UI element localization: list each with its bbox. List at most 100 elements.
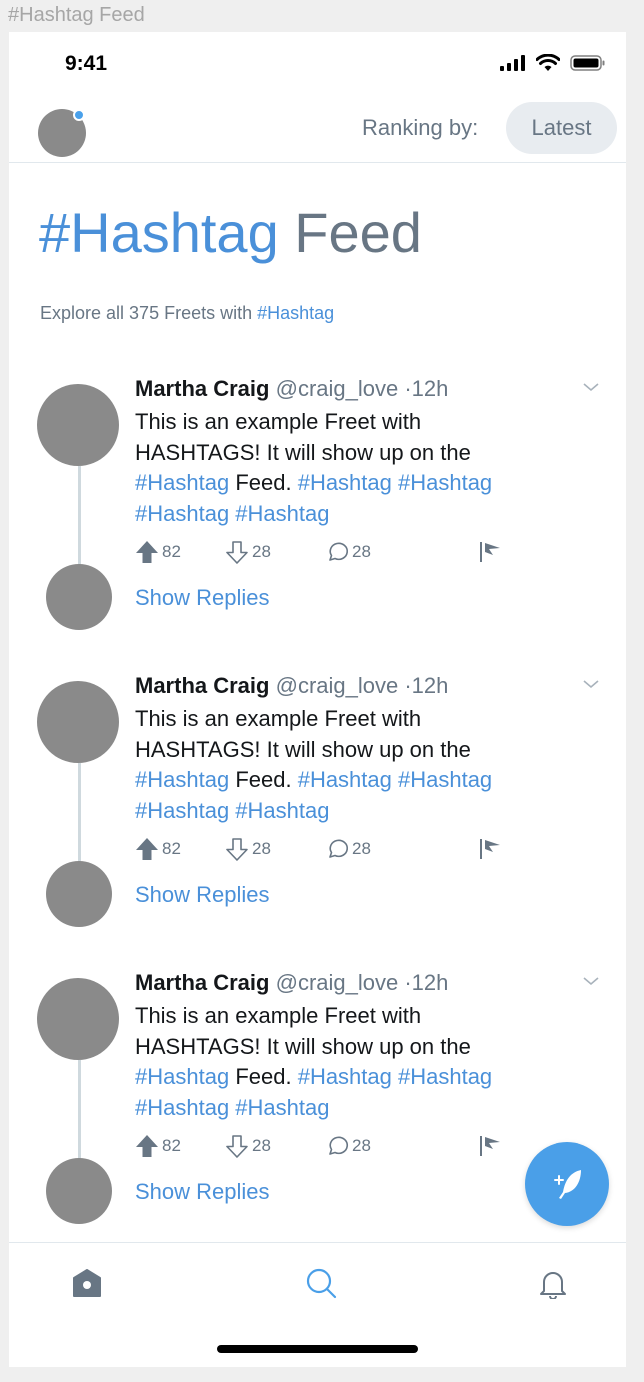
top-bar: Ranking by: Latest (9, 96, 626, 163)
page-title-word: Feed (294, 201, 422, 264)
upvote-button[interactable]: 82 (135, 837, 181, 861)
freet-text: Feed. (235, 1064, 292, 1089)
chevron-down-icon[interactable] (581, 380, 601, 394)
downvote-icon (226, 1135, 248, 1158)
tab-search[interactable] (301, 1263, 341, 1303)
page-title-hashtag: #Hashtag (39, 201, 279, 264)
author-avatar[interactable] (37, 384, 119, 466)
flag-button[interactable] (479, 540, 503, 564)
tab-bar (9, 1242, 626, 1322)
thread-line (78, 1060, 81, 1160)
freet-text-line: #Hashtag #Hashtag (135, 1093, 555, 1124)
upvote-icon (136, 1135, 158, 1157)
freet-card: Martha Craig @craig_love ·12h This is an… (9, 661, 626, 931)
freet-text-line: #Hashtag Feed. #Hashtag #Hashtag (135, 468, 555, 499)
freet-text-line: This is an example Freet with (135, 706, 422, 731)
reply-avatar[interactable] (46, 861, 112, 927)
hashtag-link[interactable]: #Hashtag #Hashtag (135, 1095, 329, 1120)
phone-screen: 9:41 Ranking by: Latest #Hashtag Feed Ex… (9, 32, 626, 1367)
author-name[interactable]: Martha Craig (135, 673, 269, 698)
freet-text-line: #Hashtag #Hashtag (135, 796, 555, 827)
explore-hashtag-link[interactable]: #Hashtag (257, 303, 334, 323)
author-name[interactable]: Martha Craig (135, 376, 269, 401)
reply-count: 28 (352, 542, 371, 561)
upvote-count: 82 (162, 1136, 181, 1155)
freet-actions: 82 28 28 (135, 1134, 515, 1160)
downvote-button[interactable]: 28 (225, 540, 271, 564)
downvote-button[interactable]: 28 (225, 837, 271, 861)
upvote-icon (136, 541, 158, 563)
reply-icon (329, 1136, 348, 1155)
reply-avatar[interactable] (46, 564, 112, 630)
freet-text-line: #Hashtag #Hashtag (135, 499, 555, 530)
freet-card: Martha Craig @craig_love ·12h This is an… (9, 364, 626, 634)
author-avatar[interactable] (37, 978, 119, 1060)
reply-icon (329, 542, 348, 561)
ranking-dropdown[interactable]: Latest (506, 102, 617, 154)
hashtag-link[interactable]: #Hashtag (135, 767, 229, 792)
compose-button[interactable] (525, 1142, 609, 1226)
tab-notifications[interactable] (533, 1263, 573, 1303)
upvote-count: 82 (162, 542, 181, 561)
freet-actions: 82 28 28 (135, 540, 515, 566)
flag-button[interactable] (479, 1134, 503, 1158)
chevron-down-icon[interactable] (581, 677, 601, 691)
upvote-button[interactable]: 82 (135, 540, 181, 564)
upvote-count: 82 (162, 839, 181, 858)
explore-prefix: Explore all 375 Freets with (40, 303, 253, 323)
upvote-icon (136, 838, 158, 860)
reply-button[interactable]: 28 (325, 1134, 371, 1158)
freet-time: ·12h (404, 970, 449, 995)
freet-text: Feed. (235, 767, 292, 792)
thread-line (78, 763, 81, 863)
hashtag-link[interactable]: #Hashtag (135, 470, 229, 495)
tab-home[interactable] (67, 1263, 107, 1303)
show-replies-button[interactable]: Show Replies (135, 1179, 270, 1205)
downvote-icon (226, 541, 248, 564)
freet-text-line: #Hashtag Feed. #Hashtag #Hashtag (135, 1062, 555, 1093)
wifi-icon (536, 54, 560, 71)
hashtag-link[interactable]: #Hashtag #Hashtag (298, 1064, 492, 1089)
freet-text-line: HASHTAGS! It will show up on the (135, 439, 471, 465)
notification-dot (73, 109, 85, 121)
freet-text-line: HASHTAGS! It will show up on the (135, 736, 471, 762)
upvote-button[interactable]: 82 (135, 1134, 181, 1158)
reply-button[interactable]: 28 (325, 540, 371, 564)
show-replies-button[interactable]: Show Replies (135, 585, 270, 611)
flag-icon (480, 542, 500, 562)
hashtag-link[interactable]: #Hashtag (135, 1064, 229, 1089)
search-icon (306, 1268, 337, 1299)
author-avatar[interactable] (37, 681, 119, 763)
battery-icon (570, 55, 605, 71)
hashtag-link[interactable]: #Hashtag #Hashtag (135, 501, 329, 526)
hashtag-link[interactable]: #Hashtag #Hashtag (135, 798, 329, 823)
flag-icon (480, 1136, 500, 1156)
freet-text-line: #Hashtag Feed. #Hashtag #Hashtag (135, 765, 555, 796)
author-handle[interactable]: @craig_love (276, 376, 399, 401)
reply-avatar[interactable] (46, 1158, 112, 1224)
reply-button[interactable]: 28 (325, 837, 371, 861)
downvote-button[interactable]: 28 (225, 1134, 271, 1158)
downvote-icon (226, 838, 248, 861)
flag-button[interactable] (479, 837, 503, 861)
explore-summary: Explore all 375 Freets with #Hashtag (40, 303, 334, 324)
freet-header: Martha Craig @craig_love ·12h (135, 376, 448, 402)
downvote-count: 28 (252, 1136, 271, 1155)
ranking-label: Ranking by: (362, 115, 479, 140)
freet-text-line: This is an example Freet with (135, 409, 422, 434)
hashtag-link[interactable]: #Hashtag #Hashtag (298, 767, 492, 792)
freet-body: This is an example Freet with HASHTAGS! … (135, 407, 555, 529)
freet-body: This is an example Freet with HASHTAGS! … (135, 1001, 555, 1123)
author-name[interactable]: Martha Craig (135, 970, 269, 995)
hashtag-link[interactable]: #Hashtag #Hashtag (298, 470, 492, 495)
status-bar: 9:41 (9, 32, 626, 96)
freet-time: ·12h (404, 376, 449, 401)
freet-header: Martha Craig @craig_love ·12h (135, 673, 448, 699)
chevron-down-icon[interactable] (581, 974, 601, 988)
author-handle[interactable]: @craig_love (276, 673, 399, 698)
show-replies-button[interactable]: Show Replies (135, 882, 270, 908)
author-handle[interactable]: @craig_love (276, 970, 399, 995)
compose-feather-icon (554, 1170, 581, 1199)
home-indicator[interactable] (217, 1345, 418, 1353)
freet-time: ·12h (404, 673, 449, 698)
